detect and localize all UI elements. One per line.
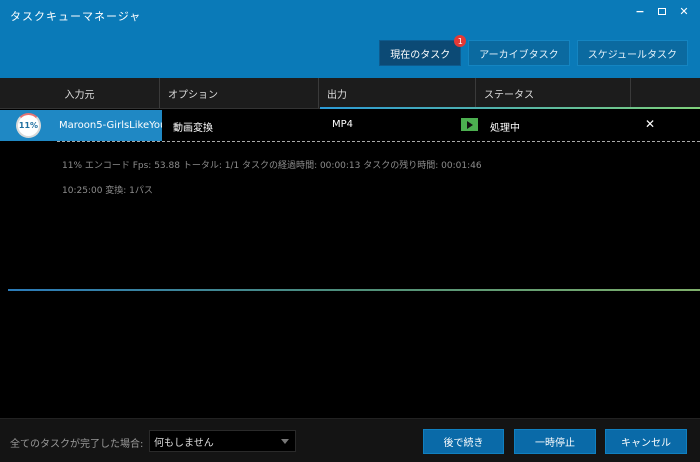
window-controls: − ✕ (632, 4, 692, 18)
completion-action-label: 全てのタスクが完了した場合: (10, 439, 144, 450)
column-header-output[interactable]: 出力 (319, 78, 476, 108)
window-title: タスクキューマネージャ (10, 10, 142, 23)
tab-scheduled-tasks-label: スケジュールタスク (587, 49, 677, 61)
column-header-status[interactable]: ステータス (476, 78, 631, 108)
task-detail-line: 11% エンコード Fps: 53.88 トータル: 1/1 タスクの経過時間:… (62, 161, 482, 171)
close-icon[interactable]: ✕ (676, 4, 692, 18)
column-header-empty (631, 78, 700, 108)
completion-action-select[interactable]: 何もしません (149, 430, 296, 452)
continue-later-button[interactable]: 後で続き (423, 429, 504, 454)
header-accent-line (320, 107, 700, 109)
task-detail-line: 10:25:00 変換: 1パス (62, 186, 153, 196)
minimize-icon[interactable]: − (632, 4, 648, 18)
tab-current-tasks-label: 現在のタスク (390, 49, 451, 61)
column-header-option[interactable]: オプション (160, 78, 319, 108)
task-option: 動画変換 (173, 123, 213, 134)
remove-task-icon[interactable]: ✕ (645, 117, 655, 131)
task-tabs: 現在のタスク 1 アーカイブタスク スケジュールタスク (379, 35, 688, 66)
task-status: 処理中 (490, 123, 520, 134)
task-output-format: MP4 (332, 119, 354, 130)
source-file-name: Maroon5-GirlsLikeYouft (57, 110, 162, 141)
column-header-source[interactable]: 入力元 (0, 78, 160, 108)
maximize-icon[interactable] (654, 4, 670, 18)
task-count-badge: 1 (454, 35, 467, 47)
tab-archived-tasks[interactable]: アーカイブタスク (468, 40, 570, 66)
tab-current-tasks[interactable]: 現在のタスク 1 (379, 35, 467, 66)
row-divider (57, 141, 700, 142)
completion-action-value: 何もしません (154, 437, 214, 449)
progress-ring: 11% (16, 113, 41, 138)
table-header: 入力元 オプション 出力 ステータス (0, 78, 700, 109)
cancel-button[interactable]: キャンセル (605, 429, 687, 454)
pause-button[interactable]: 一時停止 (514, 429, 596, 454)
content-divider (8, 289, 700, 291)
table-row[interactable]: 11% Maroon5-GirlsLikeYouft 動画変換 MP4 処理中 … (0, 110, 700, 141)
play-icon (461, 118, 478, 131)
title-bar: タスクキューマネージャ − ✕ 現在のタスク 1 アーカイブタスク スケジュール… (0, 0, 700, 78)
footer-bar: 全てのタスクが完了した場合: 何もしません 後で続き 一時停止 キャンセル (0, 418, 700, 462)
progress-cell: 11% (0, 110, 57, 141)
tab-scheduled-tasks[interactable]: スケジュールタスク (576, 40, 688, 66)
tab-archived-tasks-label: アーカイブタスク (479, 49, 559, 61)
chevron-down-icon (281, 439, 289, 444)
